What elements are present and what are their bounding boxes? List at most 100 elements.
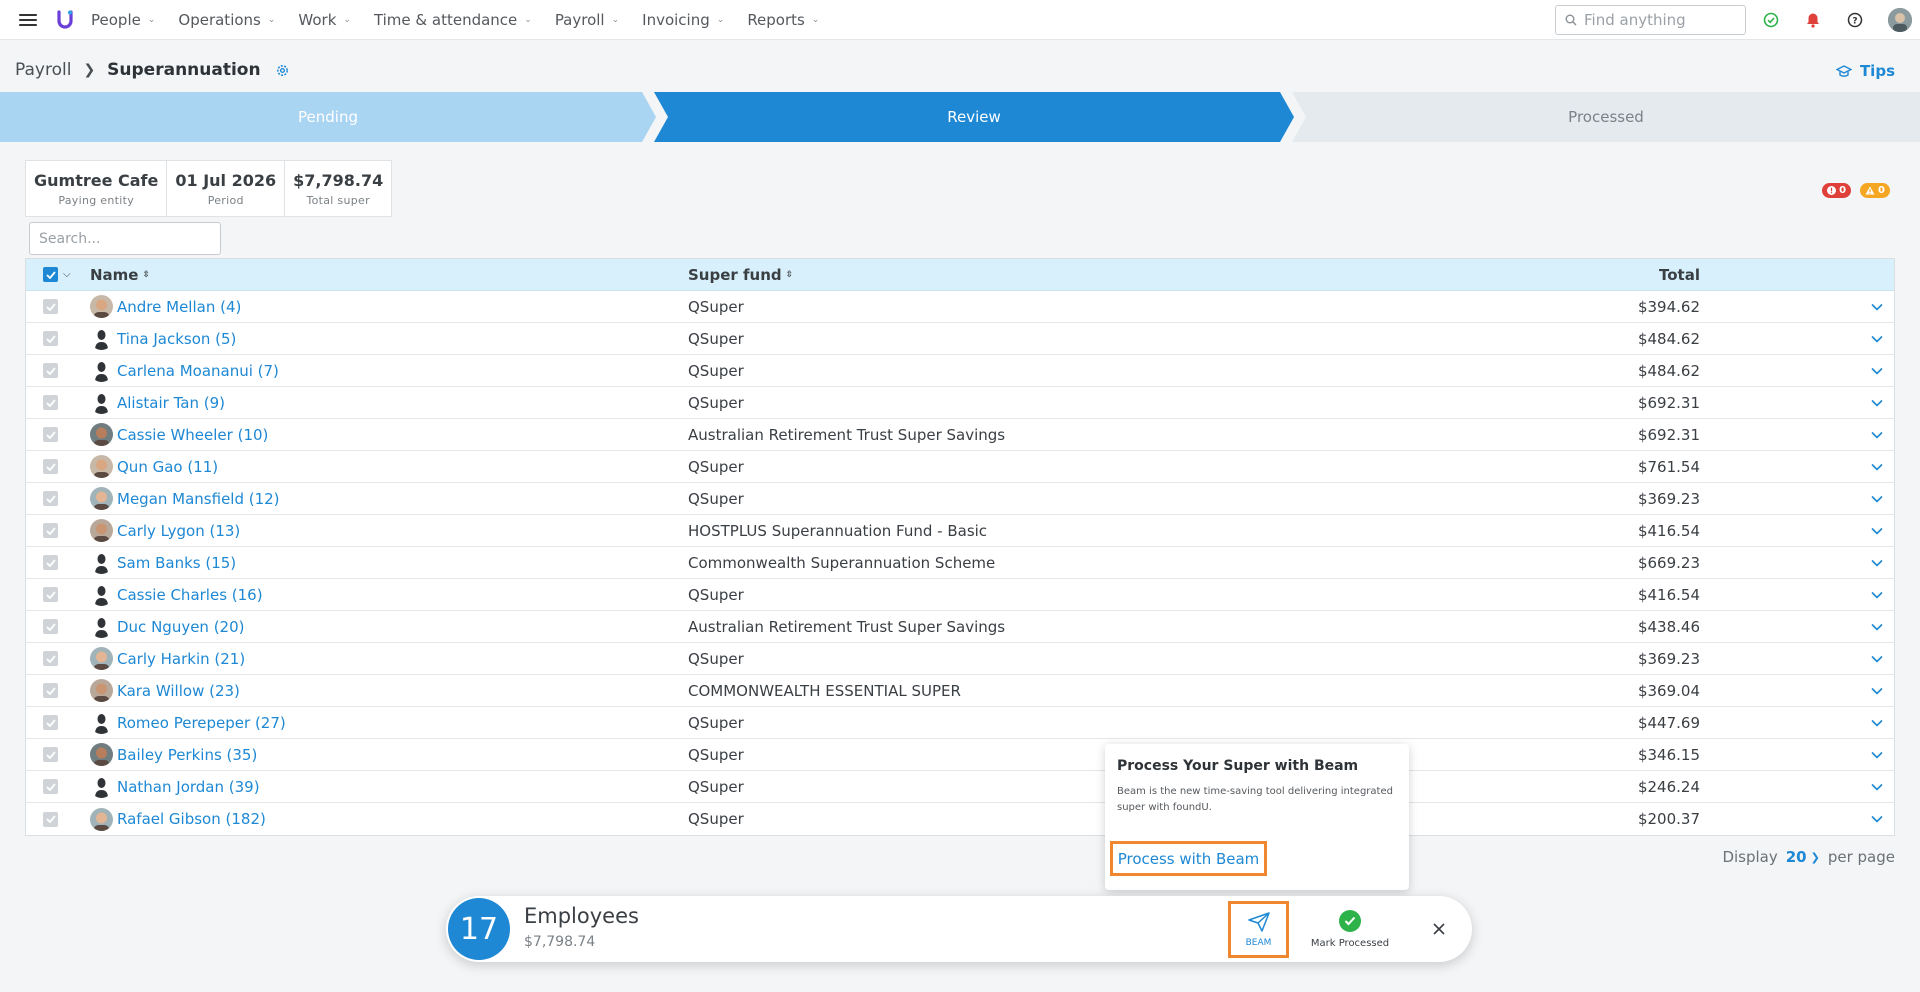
nav-operations[interactable]: Operations ⌄ — [178, 11, 275, 29]
table-row[interactable]: Carly Lygon (13) HOSTPLUS Superannuation … — [26, 515, 1894, 547]
expand-chevron-icon[interactable] — [1870, 588, 1884, 602]
row-checkbox[interactable] — [43, 619, 58, 634]
nav-reports[interactable]: Reports ⌄ — [747, 11, 819, 29]
error-badge[interactable]: 0 — [1822, 183, 1852, 198]
row-checkbox[interactable] — [43, 587, 58, 602]
row-checkbox[interactable] — [43, 299, 58, 314]
employee-name-link[interactable]: Bailey Perkins (35) — [117, 746, 257, 764]
row-checkbox[interactable] — [43, 715, 58, 730]
help-icon[interactable]: ? — [1846, 11, 1864, 29]
step-review[interactable]: Review — [654, 92, 1294, 142]
column-name[interactable]: Name ⇳ — [90, 266, 150, 284]
row-checkbox[interactable] — [43, 491, 58, 506]
table-row[interactable]: Andre Mellan (4) QSuper $394.62 — [26, 291, 1894, 323]
employee-name-link[interactable]: Romeo Perepeper (27) — [117, 714, 286, 732]
close-icon[interactable] — [1430, 920, 1448, 938]
table-row[interactable]: Megan Mansfield (12) QSuper $369.23 — [26, 483, 1894, 515]
row-checkbox[interactable] — [43, 363, 58, 378]
expand-chevron-icon[interactable] — [1870, 396, 1884, 410]
menu-icon[interactable] — [19, 13, 37, 26]
row-checkbox[interactable] — [43, 395, 58, 410]
expand-chevron-icon[interactable] — [1870, 300, 1884, 314]
table-row[interactable]: Carly Harkin (21) QSuper $369.23 — [26, 643, 1894, 675]
breadcrumb-payroll[interactable]: Payroll — [15, 60, 71, 80]
table-row[interactable]: Carlena Moananui (7) QSuper $484.62 — [26, 355, 1894, 387]
beam-button[interactable]: BEAM — [1228, 901, 1289, 958]
app-logo[interactable] — [57, 9, 73, 31]
expand-chevron-icon[interactable] — [1870, 556, 1884, 570]
row-checkbox[interactable] — [43, 779, 58, 794]
table-row[interactable]: Cassie Charles (16) QSuper $416.54 — [26, 579, 1894, 611]
nav-people[interactable]: People ⌄ — [91, 11, 155, 29]
row-checkbox[interactable] — [43, 651, 58, 666]
employee-name-link[interactable]: Andre Mellan (4) — [117, 298, 241, 316]
expand-chevron-icon[interactable] — [1870, 428, 1884, 442]
expand-chevron-icon[interactable] — [1870, 748, 1884, 762]
employee-name-link[interactable]: Kara Willow (23) — [117, 682, 240, 700]
table-row[interactable]: Tina Jackson (5) QSuper $484.62 — [26, 323, 1894, 355]
expand-chevron-icon[interactable] — [1870, 460, 1884, 474]
select-all-checkbox[interactable] — [43, 267, 58, 282]
table-row[interactable]: Duc Nguyen (20) Australian Retirement Tru… — [26, 611, 1894, 643]
table-row[interactable]: Nathan Jordan (39) QSuper $246.24 — [26, 771, 1894, 803]
employee-name-link[interactable]: Megan Mansfield (12) — [117, 490, 280, 508]
row-checkbox[interactable] — [43, 555, 58, 570]
user-avatar[interactable] — [1888, 8, 1912, 32]
nav-payroll[interactable]: Payroll ⌄ — [555, 11, 619, 29]
row-checkbox[interactable] — [43, 747, 58, 762]
employee-name-link[interactable]: Qun Gao (11) — [117, 458, 218, 476]
table-row[interactable]: Romeo Perepeper (27) QSuper $447.69 — [26, 707, 1894, 739]
global-search-input[interactable]: Find anything — [1555, 5, 1746, 35]
table-row[interactable]: Cassie Wheeler (10) Australian Retirement… — [26, 419, 1894, 451]
warning-badge[interactable]: 0 — [1860, 183, 1890, 198]
employee-name-link[interactable]: Sam Banks (15) — [117, 554, 236, 572]
settings-gear-icon[interactable] — [275, 63, 290, 78]
process-with-beam-button[interactable]: Process with Beam — [1110, 841, 1267, 876]
employee-name-link[interactable]: Cassie Charles (16) — [117, 586, 263, 604]
status-check-icon[interactable] — [1762, 11, 1780, 29]
expand-chevron-icon[interactable] — [1870, 684, 1884, 698]
step-processed[interactable]: Processed — [1292, 92, 1920, 142]
employee-name-link[interactable]: Nathan Jordan (39) — [117, 778, 260, 796]
table-search-input[interactable]: Search... — [29, 222, 221, 255]
expand-chevron-icon[interactable] — [1870, 492, 1884, 506]
tips-link[interactable]: Tips — [1835, 62, 1895, 80]
expand-chevron-icon[interactable] — [1870, 780, 1884, 794]
employee-name-link[interactable]: Duc Nguyen (20) — [117, 618, 245, 636]
row-checkbox[interactable] — [43, 459, 58, 474]
expand-chevron-icon[interactable] — [1870, 332, 1884, 346]
employee-name-link[interactable]: Cassie Wheeler (10) — [117, 426, 268, 444]
chevron-down-icon[interactable]: ❯ — [1811, 851, 1820, 864]
row-checkbox[interactable] — [43, 523, 58, 538]
nav-invoicing[interactable]: Invoicing ⌄ — [642, 11, 724, 29]
table-row[interactable]: Alistair Tan (9) QSuper $692.31 — [26, 387, 1894, 419]
expand-chevron-icon[interactable] — [1870, 524, 1884, 538]
employee-name-link[interactable]: Carly Lygon (13) — [117, 522, 240, 540]
table-row[interactable]: Bailey Perkins (35) QSuper $346.15 — [26, 739, 1894, 771]
row-checkbox[interactable] — [43, 427, 58, 442]
table-row[interactable]: Rafael Gibson (182) QSuper $200.37 — [26, 803, 1894, 835]
expand-chevron-icon[interactable] — [1870, 364, 1884, 378]
employee-name-link[interactable]: Tina Jackson (5) — [117, 330, 236, 348]
employee-name-link[interactable]: Carlena Moananui (7) — [117, 362, 279, 380]
column-super-fund[interactable]: Super fund ⇳ — [688, 266, 793, 284]
table-row[interactable]: Kara Willow (23) COMMONWEALTH ESSENTIAL S… — [26, 675, 1894, 707]
notification-bell-icon[interactable] — [1804, 11, 1822, 29]
expand-chevron-icon[interactable] — [1870, 620, 1884, 634]
expand-chevron-icon[interactable] — [1870, 652, 1884, 666]
bulk-select-chevron-icon[interactable]: ⌵ — [63, 269, 71, 280]
employee-name-link[interactable]: Alistair Tan (9) — [117, 394, 225, 412]
step-pending[interactable]: Pending — [0, 92, 656, 142]
employee-name-link[interactable]: Carly Harkin (21) — [117, 650, 245, 668]
nav-time-attendance[interactable]: Time & attendance ⌄ — [374, 11, 532, 29]
expand-chevron-icon[interactable] — [1870, 716, 1884, 730]
row-checkbox[interactable] — [43, 811, 58, 827]
table-row[interactable]: Qun Gao (11) QSuper $761.54 — [26, 451, 1894, 483]
employee-name-link[interactable]: Rafael Gibson (182) — [117, 810, 266, 828]
mark-processed-button[interactable]: Mark Processed — [1302, 904, 1398, 954]
row-checkbox[interactable] — [43, 331, 58, 346]
row-checkbox[interactable] — [43, 683, 58, 698]
table-row[interactable]: Sam Banks (15) Commonwealth Superannuatio… — [26, 547, 1894, 579]
per-page-select[interactable]: 20 — [1786, 848, 1807, 866]
expand-chevron-icon[interactable] — [1870, 812, 1884, 826]
